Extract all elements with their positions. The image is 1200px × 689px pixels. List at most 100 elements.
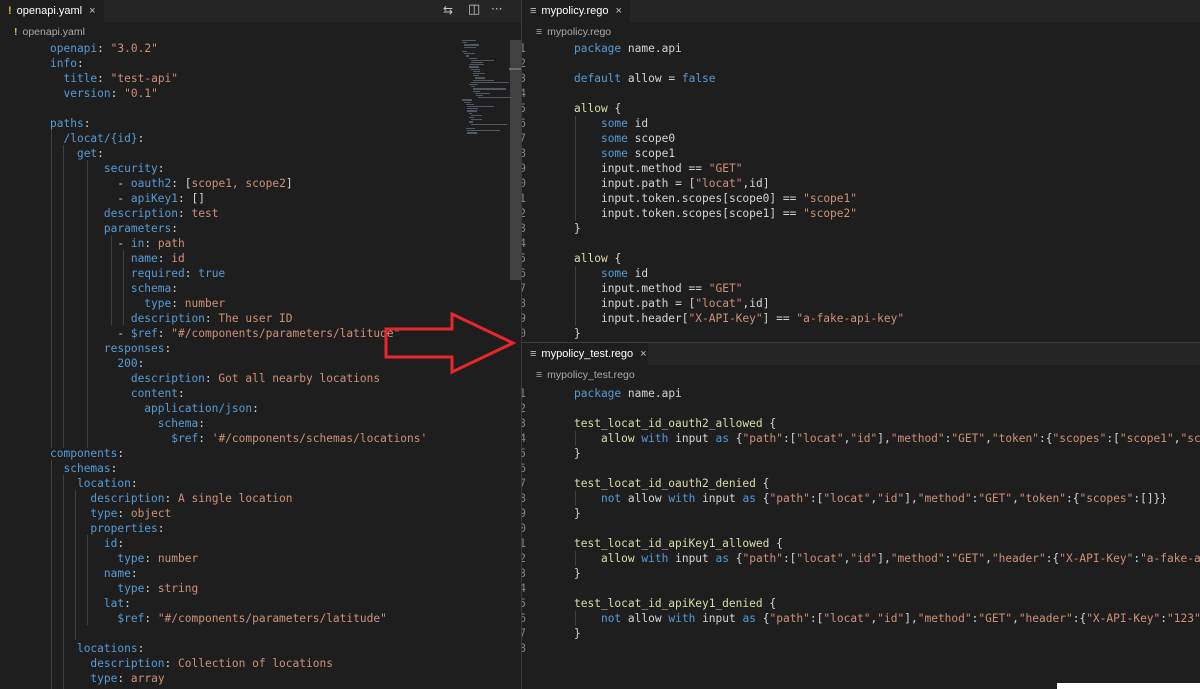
code-line[interactable]: 10 - oauth2: [scope1, scope2] — [50, 176, 460, 191]
code-line[interactable]: 30 location: — [50, 476, 460, 491]
code-line[interactable]: 12 allow with input as {"path":["locat",… — [522, 551, 1200, 566]
code-line[interactable]: 25 application/json: — [50, 401, 460, 416]
code-line[interactable]: 15 test_locat_id_apiKey1_denied { — [522, 596, 1200, 611]
code-line[interactable]: 17} — [522, 626, 1200, 641]
code-line[interactable]: 20} — [522, 326, 1194, 341]
code-line[interactable]: 12 input.token.scopes[scope1] == "scope2… — [522, 206, 1194, 221]
code-line[interactable]: 19 input.header["X-API-Key"] == "a-fake-… — [522, 311, 1194, 326]
code-line[interactable]: 41 locations: — [50, 641, 460, 656]
code-line[interactable]: 5 allow { — [522, 101, 1194, 116]
code-text: } — [574, 507, 581, 520]
code-text: some id — [600, 117, 649, 130]
code-line[interactable]: 40 — [50, 626, 460, 641]
code-line[interactable]: 16 required: true — [50, 266, 460, 281]
code-line[interactable]: 29 schemas: — [50, 461, 460, 476]
code-line[interactable]: 4 version: "0.1" — [50, 86, 460, 101]
code-line[interactable]: 33 properties: — [50, 521, 460, 536]
breadcrumb-file[interactable]: mypolicy_test.rego — [547, 369, 635, 381]
code-line[interactable]: 10 input.path = ["locat",id] — [522, 176, 1194, 191]
code-line[interactable]: 3 default allow = false — [522, 71, 1194, 86]
code-line[interactable]: 16 not allow with input as {"path":["loc… — [522, 611, 1200, 626]
tab-mypolicy-rego[interactable]: ≡ mypolicy.rego × — [522, 0, 630, 22]
code-line[interactable]: 43 type: array — [50, 671, 460, 686]
code-line[interactable]: 14 — [522, 236, 1194, 251]
code-line[interactable]: 2info: — [50, 56, 460, 71]
more-actions-icon[interactable]: ··· — [491, 2, 502, 16]
code-line[interactable]: 24 content: — [50, 386, 460, 401]
code-line[interactable]: 11 - apiKey1: [] — [50, 191, 460, 206]
code-line[interactable]: 2 — [522, 401, 1200, 416]
code-line[interactable]: 8 get: — [50, 146, 460, 161]
red-arrow-annotation — [384, 311, 517, 375]
split-editor-icon[interactable]: ◫ — [468, 2, 480, 17]
scrollbar-thumb[interactable] — [510, 40, 521, 280]
code-line[interactable]: 7 /locat/{id}: — [50, 131, 460, 146]
code-line[interactable]: 5 — [50, 101, 460, 116]
code-line[interactable]: 9 input.method == "GET" — [522, 161, 1194, 176]
code-line[interactable]: 14 — [522, 581, 1200, 596]
code-line[interactable]: 16 some id — [522, 266, 1194, 281]
code-line[interactable]: 2 — [522, 56, 1194, 71]
code-line[interactable]: 15 allow { — [522, 251, 1194, 266]
code-line[interactable]: 1 package name.api — [522, 41, 1194, 56]
code-line[interactable]: 18 — [522, 641, 1200, 656]
code-line[interactable]: 13 parameters: — [50, 221, 460, 236]
code-line[interactable]: 13} — [522, 221, 1194, 236]
code-line[interactable]: 27 $ref: '#/components/schemas/locations… — [50, 431, 460, 446]
close-tab-icon[interactable]: × — [89, 5, 95, 17]
code-line[interactable]: 15 name: id — [50, 251, 460, 266]
code-line[interactable]: 9 security: — [50, 161, 460, 176]
code-line[interactable]: 26 schema: — [50, 416, 460, 431]
file-lines-icon: ≡ — [530, 348, 537, 360]
code-line[interactable]: 8 some scope1 — [522, 146, 1194, 161]
code-line[interactable]: 11 input.token.scopes[scope0] == "scope1… — [522, 191, 1194, 206]
code-line[interactable]: 32 type: object — [50, 506, 460, 521]
code-line[interactable]: 10 — [522, 521, 1200, 536]
tab-mypolicy-test-rego[interactable]: ≡ mypolicy_test.rego × — [522, 343, 648, 365]
code-line[interactable]: 4 — [522, 86, 1194, 101]
code-line[interactable]: 3 test_locat_id_oauth2_allowed { — [522, 416, 1200, 431]
code-line[interactable]: 6 some id — [522, 116, 1194, 131]
code-text: input.token.scopes[scope1] == "scope2" — [600, 207, 857, 220]
code-line[interactable]: 12 description: test — [50, 206, 460, 221]
code-line[interactable]: 39 $ref: "#/components/parameters/latitu… — [50, 611, 460, 626]
code-line[interactable]: 14 - in: path — [50, 236, 460, 251]
code-line[interactable]: 13} — [522, 566, 1200, 581]
code-line[interactable]: 28components: — [50, 446, 460, 461]
code-line[interactable]: 7 some scope0 — [522, 131, 1194, 146]
code-line[interactable]: 31 description: A single location — [50, 491, 460, 506]
code-line[interactable]: 6 — [522, 461, 1200, 476]
compare-changes-icon[interactable]: ⇆ — [443, 3, 453, 17]
close-tab-icon[interactable]: × — [615, 5, 621, 17]
code-line[interactable]: 1 package name.api — [522, 386, 1200, 401]
code-line[interactable]: 37 type: string — [50, 581, 460, 596]
minimap-line — [469, 64, 485, 66]
code-line[interactable]: 4 allow with input as {"path":["locat","… — [522, 431, 1200, 446]
code-line[interactable]: 3 title: "test-api" — [50, 71, 460, 86]
code-line[interactable]: 18 type: number — [50, 296, 460, 311]
minimap[interactable] — [462, 40, 513, 140]
code-line[interactable]: 36 name: — [50, 566, 460, 581]
code-line[interactable]: 38 lat: — [50, 596, 460, 611]
code-line[interactable]: 34 id: — [50, 536, 460, 551]
code-lines[interactable]: 1 package name.api 2 3 test_locat_id_oauth2_… — [522, 386, 1200, 686]
code-line[interactable]: 11 test_locat_id_apiKey1_allowed { — [522, 536, 1200, 551]
code-line[interactable]: 18 input.path = ["locat",id] — [522, 296, 1194, 311]
code-line[interactable]: 35 type: number — [50, 551, 460, 566]
minimap-line — [471, 62, 483, 64]
code-line[interactable]: 17 input.method == "GET" — [522, 281, 1194, 296]
close-tab-icon[interactable]: × — [640, 348, 646, 360]
breadcrumb-file[interactable]: openapi.yaml — [23, 26, 85, 38]
code-line[interactable]: 7 test_locat_id_oauth2_denied { — [522, 476, 1200, 491]
code-line[interactable]: 9} — [522, 506, 1200, 521]
breadcrumb-file[interactable]: mypolicy.rego — [547, 26, 611, 38]
code-line[interactable]: 5} — [522, 446, 1200, 461]
code-line[interactable]: 42 description: Collection of locations — [50, 656, 460, 671]
code-line[interactable]: 17 schema: — [50, 281, 460, 296]
line-number: 12 — [522, 207, 526, 220]
code-line[interactable]: 8 not allow with input as {"path":["loca… — [522, 491, 1200, 506]
code-lines[interactable]: 1 package name.api 2 3 default allow = false… — [522, 41, 1194, 341]
tab-openapi-yaml[interactable]: ! openapi.yaml × — [0, 0, 104, 22]
code-line[interactable]: 1openapi: "3.0.2" — [50, 41, 460, 56]
code-line[interactable]: 6paths: — [50, 116, 460, 131]
